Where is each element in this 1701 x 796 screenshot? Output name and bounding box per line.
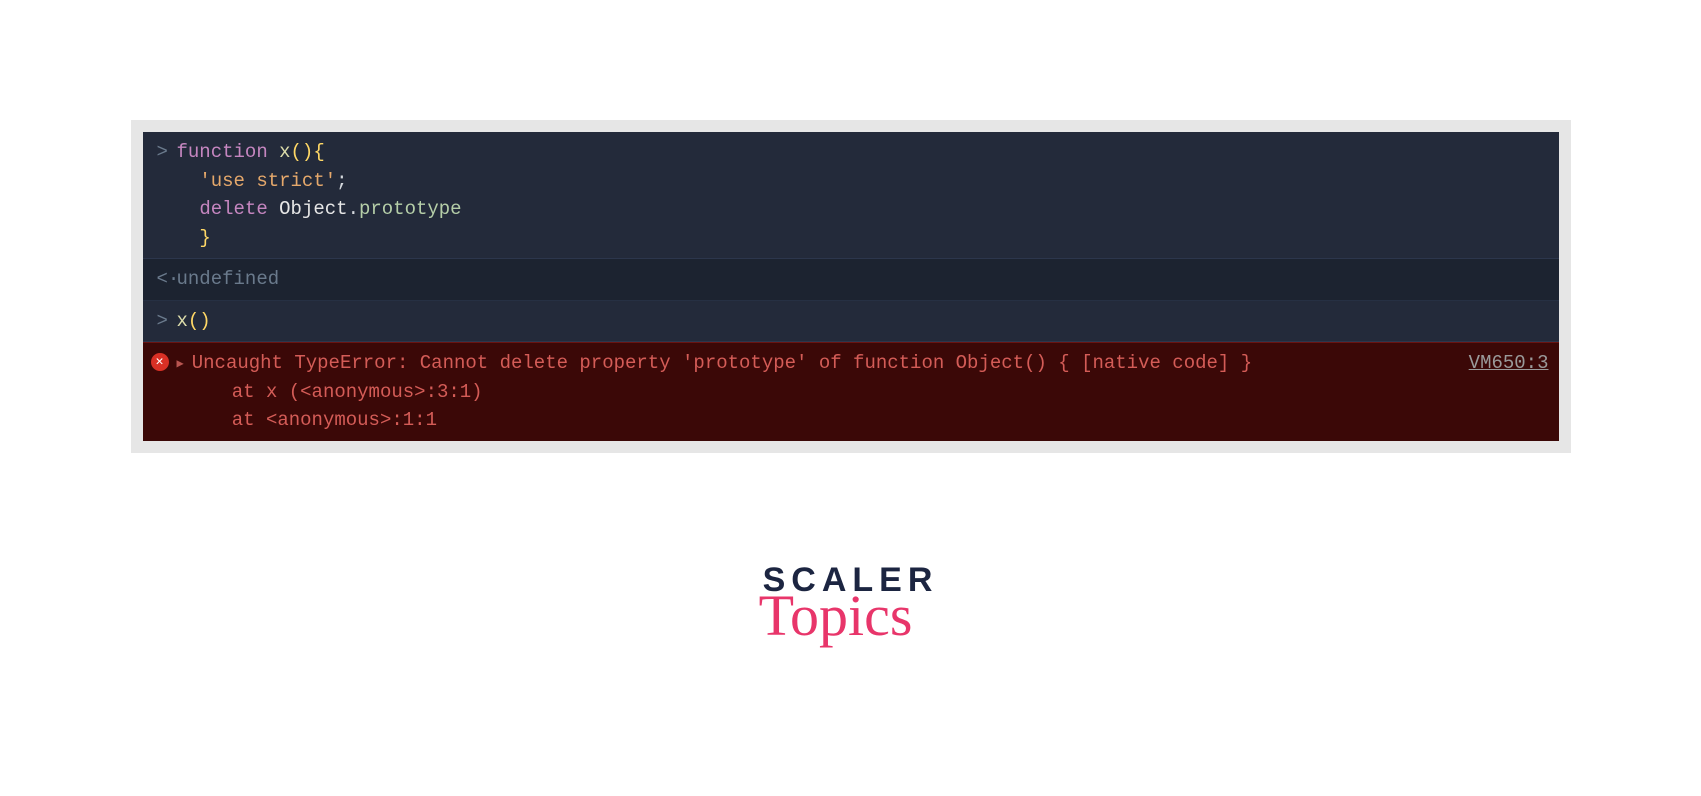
console-input-row[interactable]: > x() xyxy=(143,301,1559,343)
devtools-console[interactable]: > function x(){ 'use strict'; delete Obj… xyxy=(143,132,1559,441)
error-source-link[interactable]: VM650:3 xyxy=(1469,349,1549,378)
error-icon: ✕ xyxy=(151,353,169,371)
input-prompt-icon: > xyxy=(151,307,177,336)
console-input-row[interactable]: > function x(){ 'use strict'; delete Obj… xyxy=(143,132,1559,259)
console-container: > function x(){ 'use strict'; delete Obj… xyxy=(131,120,1571,453)
input-prompt-icon: > xyxy=(151,138,177,167)
error-stack-line: at x (<anonymous>:3:1) xyxy=(192,378,1549,407)
expand-icon[interactable]: ▶ xyxy=(177,355,184,373)
console-input-code: x() xyxy=(177,307,1549,336)
scaler-topics-logo: SCALER Topics xyxy=(763,563,939,645)
error-stack-line: at <anonymous>:1:1 xyxy=(192,406,1549,435)
error-body: Uncaught TypeError: Cannot delete proper… xyxy=(192,349,1549,435)
logo-topics-text: Topics xyxy=(733,587,939,645)
console-error-row[interactable]: ✕ ▶ Uncaught TypeError: Cannot delete pr… xyxy=(143,342,1559,441)
error-message: Uncaught TypeError: Cannot delete proper… xyxy=(192,349,1252,378)
console-output-row: <· undefined xyxy=(143,259,1559,301)
console-output-text: undefined xyxy=(177,265,1549,294)
output-prompt-icon: <· xyxy=(151,265,177,294)
console-input-code: function x(){ 'use strict'; delete Objec… xyxy=(177,138,1549,252)
